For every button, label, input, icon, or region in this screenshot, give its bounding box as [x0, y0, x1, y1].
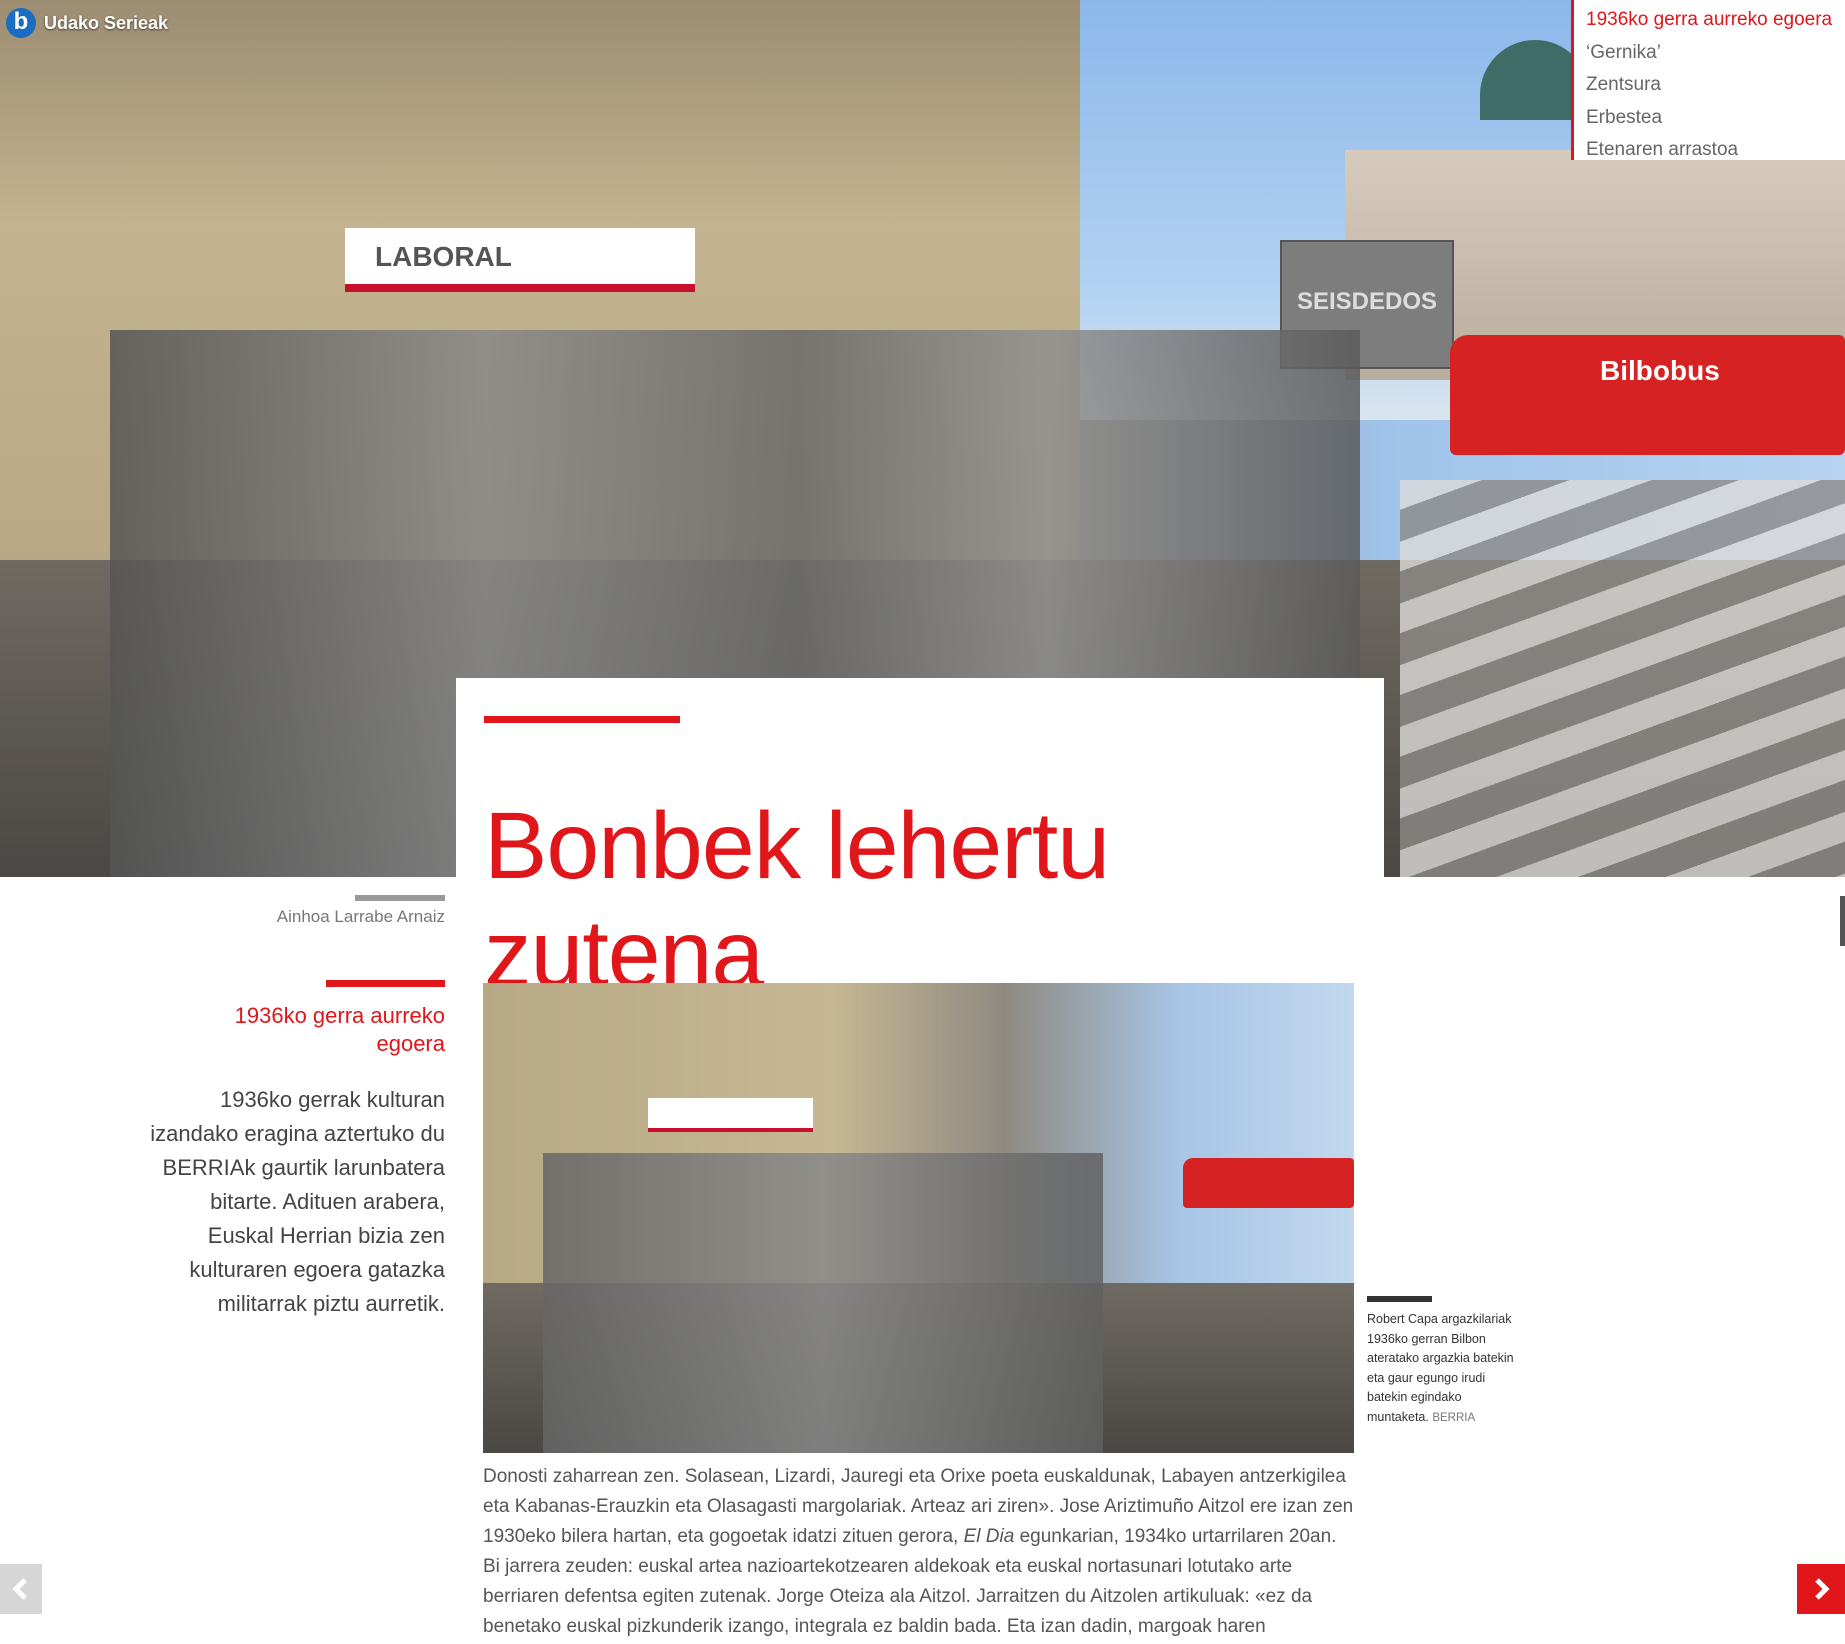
- next-page-button[interactable]: [1797, 1564, 1845, 1614]
- photo-caption-text: Robert Capa argazkilariak 1936ko gerran …: [1367, 1312, 1514, 1424]
- chapter-item-zentsura[interactable]: Zentsura: [1586, 69, 1845, 102]
- photo-bus: [1183, 1158, 1354, 1208]
- side-tab-handle[interactable]: [1840, 896, 1845, 946]
- title-card: Bonbek lehertu zutena: [456, 678, 1384, 1007]
- summary-accent-bar: [326, 980, 445, 987]
- laboral-sign: LABORAL: [345, 228, 695, 292]
- brand[interactable]: b Udako Serieak: [6, 8, 168, 38]
- body-text-newspaper: El Dia: [963, 1526, 1015, 1547]
- chapter-item-erbestea[interactable]: Erbestea: [1586, 102, 1845, 135]
- article-photo: [483, 983, 1354, 1453]
- crosswalk: [1400, 480, 1845, 877]
- article-author: Ainhoa Larrabe Arnaiz: [276, 907, 445, 926]
- title-accent-bar: [484, 716, 680, 723]
- photo-historical-overlay: [543, 1153, 1103, 1453]
- photo-laboral-sign: [648, 1098, 813, 1132]
- chapter-item-aurreko-egoera[interactable]: 1936ko gerra aurreko egoera: [1586, 4, 1845, 37]
- chapter-item-gernika[interactable]: ‘Gernika’: [1586, 37, 1845, 70]
- chapter-menu: 1936ko gerra aurreko egoera ‘Gernika’ Ze…: [1571, 0, 1845, 160]
- chevron-right-icon: [1815, 1578, 1830, 1600]
- author-divider: [355, 895, 445, 901]
- photo-caption: Robert Capa argazkilariak 1936ko gerran …: [1367, 1310, 1517, 1428]
- photo-credit: BERRIA: [1432, 1411, 1476, 1424]
- berria-logo-icon: b: [6, 8, 36, 38]
- caption-divider: [1367, 1296, 1432, 1302]
- brand-name: Udako Serieak: [44, 12, 169, 33]
- bus-label: Bilbobus: [1600, 355, 1720, 386]
- chapter-item-etenaren-arrastoa[interactable]: Etenaren arrastoa: [1586, 134, 1845, 167]
- summary-title: 1936ko gerra aurreko egoera: [234, 1003, 445, 1056]
- previous-page-button[interactable]: [0, 1564, 42, 1614]
- chevron-left-icon: [12, 1578, 27, 1600]
- article-body: Donosti zaharrean zen. Solasean, Lizardi…: [483, 1462, 1354, 1642]
- summary-text: 1936ko gerrak kulturan izandako eragina …: [150, 1087, 445, 1316]
- bus: Bilbobus: [1450, 335, 1845, 455]
- article-title: Bonbek lehertu zutena: [484, 792, 1110, 1007]
